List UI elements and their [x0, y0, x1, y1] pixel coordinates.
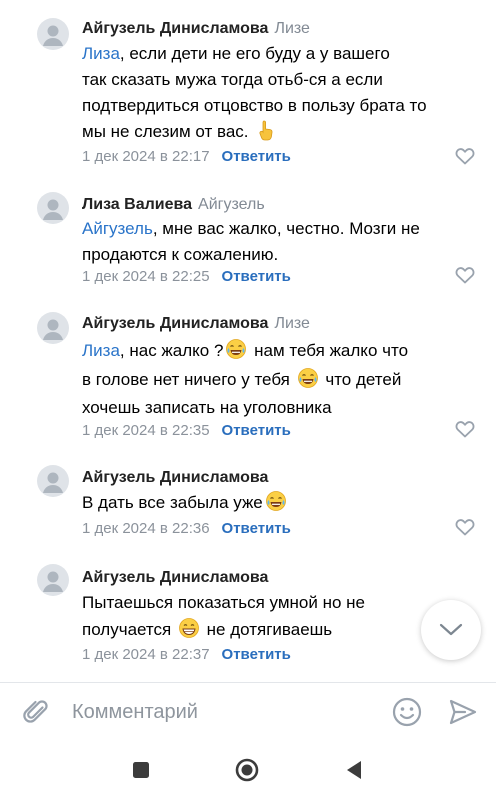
comment-composer	[0, 682, 496, 740]
avatar[interactable]	[37, 312, 69, 344]
send-icon[interactable]	[448, 697, 478, 727]
comment-author[interactable]: Айгузель Динисламова	[82, 469, 268, 486]
comment-meta: 1 дек 2024 в 22:36 Ответить	[82, 519, 291, 539]
avatar[interactable]	[37, 192, 69, 224]
reply-button[interactable]: Ответить	[222, 148, 291, 165]
comment-header: Айгузель Динисламова	[82, 568, 268, 588]
comment-text-line: Айгузель, мне вас жалко, честно. Мозги н…	[82, 219, 420, 238]
user-placeholder-icon	[43, 472, 63, 493]
comment-input[interactable]	[72, 697, 372, 727]
grinning-emoji	[179, 618, 199, 638]
tears-of-joy-emoji	[265, 491, 286, 511]
scroll-down-button[interactable]	[421, 600, 481, 660]
comment-timestamp: 1 дек 2024 в 22:25	[82, 268, 210, 285]
comment-meta: 1 дек 2024 в 22:37 Ответить	[82, 645, 291, 665]
heart-outline-icon[interactable]	[455, 518, 475, 536]
comment-text-line: так сказать мужа тогда отьб-ся а если	[82, 70, 383, 89]
comment-author[interactable]: Айгузель Динисламова	[82, 315, 268, 332]
comment-meta: 1 дек 2024 в 22:25 Ответить	[82, 267, 291, 287]
comment-reply-to: Лизе	[274, 315, 310, 332]
mention-link[interactable]: Лиза	[82, 44, 120, 63]
comment-timestamp: 1 дек 2024 в 22:36	[82, 520, 210, 537]
comment-timestamp: 1 дек 2024 в 22:37	[82, 646, 210, 663]
comment-reply-to: Лизе	[274, 20, 310, 37]
comment-text-line: Лиза, если дети не его буду а у вашего	[82, 44, 390, 63]
reply-button[interactable]: Ответить	[222, 422, 291, 439]
comment-meta: 1 дек 2024 в 22:35 Ответить	[82, 421, 291, 441]
comment-timestamp: 1 дек 2024 в 22:35	[82, 422, 210, 439]
comment-text-line: в голове нет ничего у тебя что детей	[82, 367, 401, 393]
user-placeholder-icon	[43, 25, 63, 46]
avatar[interactable]	[37, 465, 69, 497]
chevron-down-icon	[439, 623, 463, 636]
mention-link[interactable]: Айгузель	[82, 219, 153, 238]
comment-timestamp: 1 дек 2024 в 22:17	[82, 148, 210, 165]
triangle-back-icon[interactable]	[342, 757, 368, 783]
reply-button[interactable]: Ответить	[222, 268, 291, 285]
comment-header: Айгузель Динисламова Лизе	[82, 314, 310, 334]
comment-header: Айгузель Динисламова	[82, 468, 268, 488]
avatar[interactable]	[37, 18, 69, 50]
user-placeholder-icon	[43, 319, 63, 340]
user-placeholder-icon	[43, 571, 63, 592]
reply-button[interactable]: Ответить	[222, 520, 291, 537]
comment-author[interactable]: Айгузель Динисламова	[82, 569, 268, 586]
heart-outline-icon[interactable]	[455, 420, 475, 438]
comment-author[interactable]: Лиза Валиева	[82, 196, 192, 213]
comment-text-line: продаются к сожалению.	[82, 245, 279, 264]
user-placeholder-icon	[43, 199, 63, 220]
paperclip-icon[interactable]	[22, 698, 52, 728]
avatar[interactable]	[37, 564, 69, 596]
comment-text-line: получается не дотягиваешь	[82, 617, 332, 643]
mention-link[interactable]: Лиза	[82, 341, 120, 360]
pointing-up-emoji	[259, 120, 273, 141]
tears-of-joy-emoji	[297, 368, 318, 388]
comment-meta: 1 дек 2024 в 22:17 Ответить	[82, 147, 291, 167]
square-icon[interactable]	[128, 757, 154, 783]
heart-outline-icon[interactable]	[455, 266, 475, 284]
comment-author[interactable]: Айгузель Динисламова	[82, 20, 268, 37]
system-navigation-bar	[0, 740, 496, 800]
comment-text-line: Лиза, нас жалко ? нам тебя жалко что	[82, 338, 408, 364]
heart-outline-icon[interactable]	[455, 147, 475, 165]
comment-text-line: хочешь записать на уголовника	[82, 398, 332, 417]
comment-text-line: подтвердиться отцовство в пользу брата т…	[82, 96, 427, 115]
comment-reply-to: Айгузель	[198, 196, 265, 213]
smile-icon[interactable]	[391, 696, 423, 728]
comment-list[interactable]: Айгузель Динисламова Лизе Лиза, если дети…	[0, 0, 496, 680]
comment-header: Айгузель Динисламова Лизе	[82, 19, 310, 39]
comment-text-line: Пытаешься показаться умной но не	[82, 593, 366, 612]
circle-icon[interactable]	[234, 757, 260, 783]
comment-text-line: В дать все забыла уже	[82, 490, 289, 516]
reply-button[interactable]: Ответить	[222, 646, 291, 663]
tears-of-joy-emoji	[226, 339, 247, 359]
comment-header: Лиза Валиева Айгузель	[82, 195, 265, 215]
comment-text-line: мы не слезим от вас.	[82, 119, 279, 145]
